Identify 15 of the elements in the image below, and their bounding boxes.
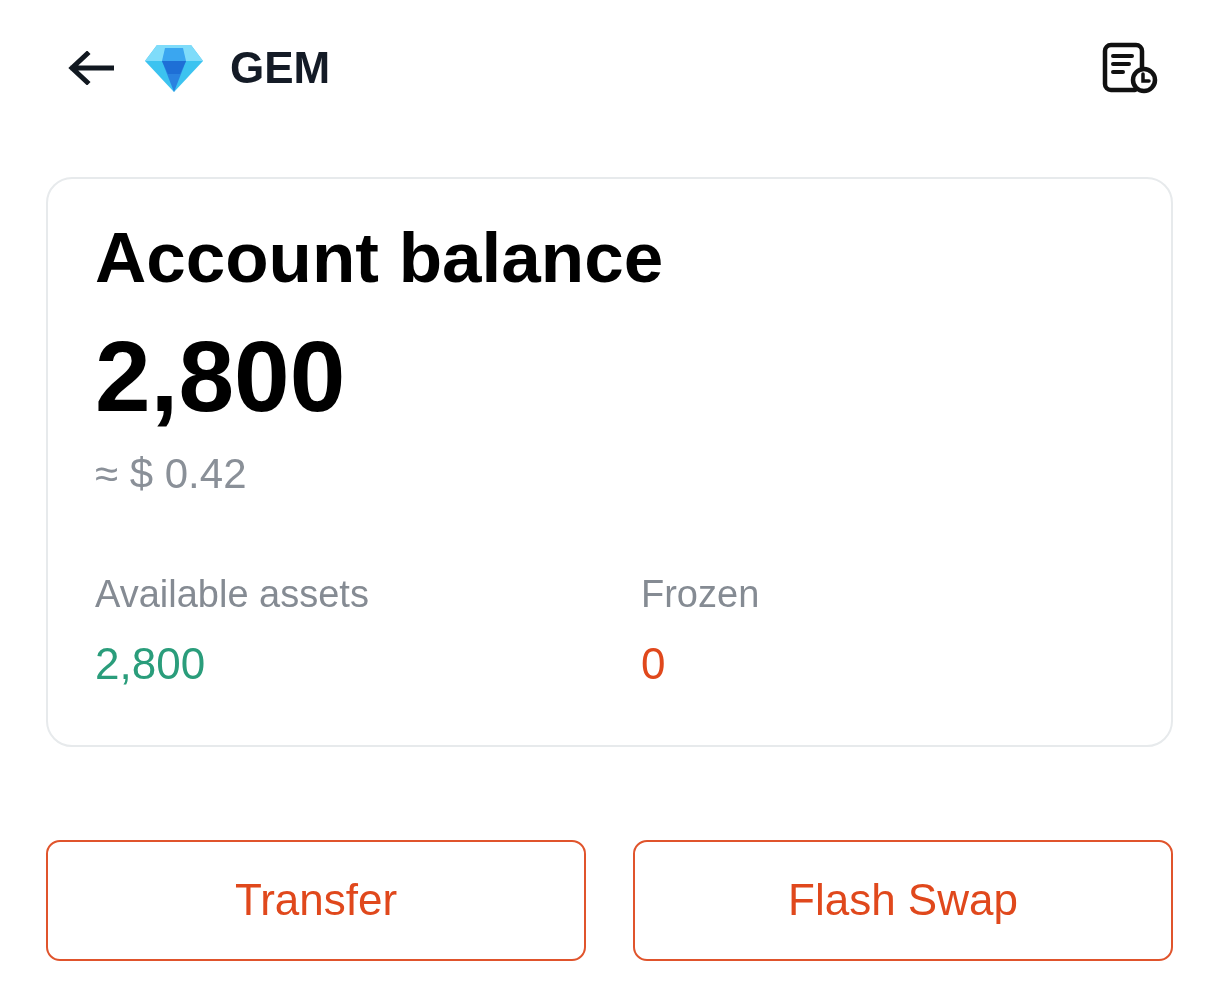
diamond-icon xyxy=(145,44,203,92)
stat-value: 2,800 xyxy=(95,638,207,691)
document-clock-icon xyxy=(1102,42,1158,94)
stat-label: Available assets xyxy=(95,571,370,617)
balance-amount: 2,800 xyxy=(95,319,347,435)
card-title: Account balance xyxy=(95,217,665,299)
back-arrow-icon xyxy=(68,51,114,85)
stat-value: 0 xyxy=(641,638,667,691)
back-button[interactable] xyxy=(68,51,114,85)
page-title: GEM xyxy=(230,41,331,94)
stat-label: Frozen xyxy=(641,571,761,617)
fiat-estimate: ≈ $ 0.42 xyxy=(95,449,248,500)
action-button[interactable]: Flash Swap xyxy=(633,839,1173,961)
action-button[interactable]: Transfer xyxy=(46,839,586,961)
history-button[interactable] xyxy=(1102,42,1158,94)
